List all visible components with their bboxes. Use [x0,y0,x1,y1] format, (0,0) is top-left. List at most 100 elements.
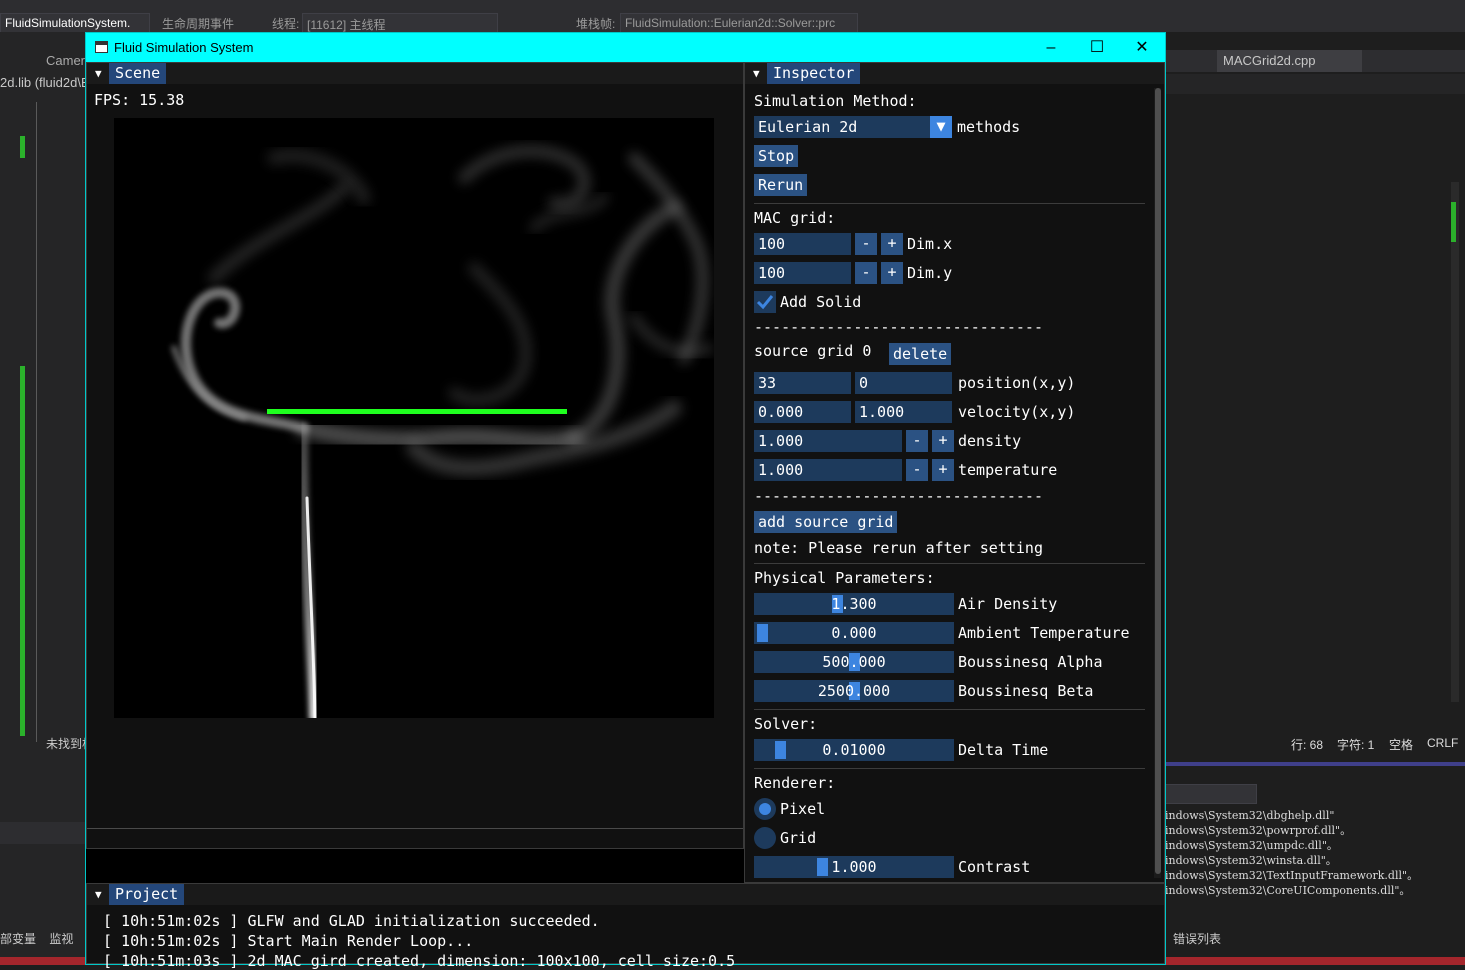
ide-splitter[interactable] [1165,762,1465,766]
delete-source-button[interactable]: delete [889,343,952,365]
fluid-canvas[interactable] [114,118,714,718]
temperature-increment-button[interactable]: + [932,459,954,481]
dim-y-decrement-button[interactable]: - [855,262,877,284]
ide-output-source-select[interactable] [1165,784,1257,804]
window-app-icon [95,41,108,53]
method-select[interactable]: Eulerian 2d [754,116,952,138]
ide-status-crlf: CRLF [1427,736,1459,750]
boussinesq-beta-slider[interactable]: 2500.000 [754,680,954,702]
ide-thread-selector[interactable]: [11612] 主线程 [302,13,498,33]
ide-change-marker [20,136,25,158]
delta-time-label: Delta Time [958,741,1049,759]
title-bar[interactable]: Fluid Simulation System – ☐ ✕ [86,33,1165,62]
simulation-method-label: Simulation Method: [754,92,917,110]
add-solid-label: Add Solid [780,293,862,311]
ide-thread-label: 线程: [272,17,300,31]
ide-tab-errorlist[interactable]: 错误列表 [1173,930,1221,947]
collapse-arrow-icon[interactable]: ▼ [753,67,760,80]
pixel-radio[interactable] [754,798,776,820]
ide-stackframe-selector[interactable]: FluidSimulation::Eulerian2d::Solver::prc [620,13,858,33]
ide-change-marker [1451,202,1456,242]
ide-nav-bar [1165,74,1465,94]
ide-lifecycle-events[interactable]: 生命周期事件 [158,13,268,33]
scene-header[interactable]: ▼ Scene [87,63,743,84]
canvas-background [114,118,714,718]
dim-x-input[interactable]: 100 [754,233,851,255]
ide-output-line: indows\System32\TextInputFramework.dll"。 [1165,869,1419,882]
velocity-y-input[interactable]: 1.000 [855,401,952,423]
minimize-button[interactable]: – [1028,33,1074,62]
rerun-note: note: Please rerun after setting [754,539,1043,557]
inspector-scrollbar[interactable] [1154,88,1161,878]
position-x-input[interactable]: 33 [754,372,851,394]
scrollbar-thumb[interactable] [1155,88,1161,874]
ide-tab-macgrid[interactable]: MACGrid2d.cpp [1217,50,1362,72]
app-window: Fluid Simulation System – ☐ ✕ ▼ Scene FP… [85,32,1166,970]
ide-tab-locals[interactable]: 部变量 [0,932,36,946]
add-solid-checkbox[interactable] [754,291,776,313]
delta-time-slider[interactable]: 0.01000 [754,739,954,761]
dim-y-input[interactable]: 100 [754,262,851,284]
dim-x-label: Dim.x [907,235,953,253]
divider [754,768,1145,769]
inspector-title: Inspector [767,63,861,84]
density-input[interactable]: 1.000 [754,430,902,452]
ide-tab-watch[interactable]: 监视 [49,932,73,946]
ide-output-line: indows\System32\dbghelp.dll" [1165,809,1335,822]
velocity-x-input[interactable]: 0.000 [754,401,851,423]
ide-change-marker [20,366,25,736]
grid-radio[interactable] [754,827,776,849]
ide-tab-camera[interactable]: Camer [40,50,91,72]
collapse-arrow-icon[interactable]: ▼ [95,888,102,901]
methods-label: methods [957,118,1021,136]
air-density-slider[interactable]: 1.300 [754,593,954,615]
inspector-header[interactable]: ▼ Inspector [745,63,1164,84]
grid-label: Grid [780,829,817,847]
ide-right-pane: MACGrid2d.cpp 行: 68 字符: 1 空格 CRLF indows… [1165,32,1465,965]
ide-status-space: 空格 [1389,738,1414,752]
divider [754,563,1145,564]
ide-project-selector[interactable]: FluidSimulationSystem. [0,13,150,33]
ide-toolbar: FluidSimulationSystem. 生命周期事件 线程: [11612… [0,0,1465,33]
project-title: Project [109,884,185,905]
project-header[interactable]: ▼ Project [87,884,1164,905]
project-panel: ▼ Project [ 10h:51m:02s ] GLFW and GLAD … [86,883,1165,970]
ide-output-line: indows\System32\winsta.dll"。 [1165,854,1337,867]
boussinesq-beta-value: 2500.000 [817,682,891,700]
ide-stackframe-label: 堆栈帧: [576,17,616,31]
velocity-label: velocity(x,y) [958,403,1076,421]
ide-tab-lib[interactable]: 2d.lib (fluid2d\E [0,72,96,94]
ide-output-text: indows\System32\dbghelp.dll" indows\Syst… [1165,808,1455,918]
density-increment-button[interactable]: + [932,430,954,452]
solid-obstacle [267,409,567,414]
ambient-temperature-slider[interactable]: 0.000 [754,622,954,644]
close-button[interactable]: ✕ [1119,33,1165,62]
density-decrement-button[interactable]: - [906,430,928,452]
separator-text: -------------------------------- [754,318,1043,336]
maximize-button[interactable]: ☐ [1074,33,1120,62]
dim-x-decrement-button[interactable]: - [855,233,877,255]
scene-bottom-divider [87,828,743,829]
rerun-button[interactable]: Rerun [754,174,808,196]
boussinesq-beta-label: Boussinesq Beta [958,682,1094,700]
contrast-slider[interactable]: 1.000 [754,856,954,878]
ide-output-line: indows\System32\powrprof.dll"。 [1165,824,1352,837]
dim-x-increment-button[interactable]: + [881,233,903,255]
temperature-input[interactable]: 1.000 [754,459,902,481]
scene-title: Scene [109,63,167,84]
collapse-arrow-icon[interactable]: ▼ [95,67,102,80]
position-label: position(x,y) [958,374,1076,392]
source-grid-label: source grid 0 [754,342,872,360]
ide-scrollbar[interactable] [1451,182,1459,702]
chevron-down-icon[interactable]: ▼ [930,116,952,138]
temperature-decrement-button[interactable]: - [906,459,928,481]
stop-button[interactable]: Stop [754,145,799,167]
boussinesq-alpha-slider[interactable]: 500.000 [754,651,954,673]
position-y-input[interactable]: 0 [855,372,952,394]
dim-y-increment-button[interactable]: + [881,262,903,284]
ide-left-status: 未找到相 [46,737,95,751]
add-source-grid-button[interactable]: add source grid [754,511,898,533]
scene-panel: ▼ Scene FPS: 15.38 [86,62,744,849]
fps-label: FPS: 15.38 [94,91,185,109]
mac-grid-label: MAC grid: [754,209,836,227]
